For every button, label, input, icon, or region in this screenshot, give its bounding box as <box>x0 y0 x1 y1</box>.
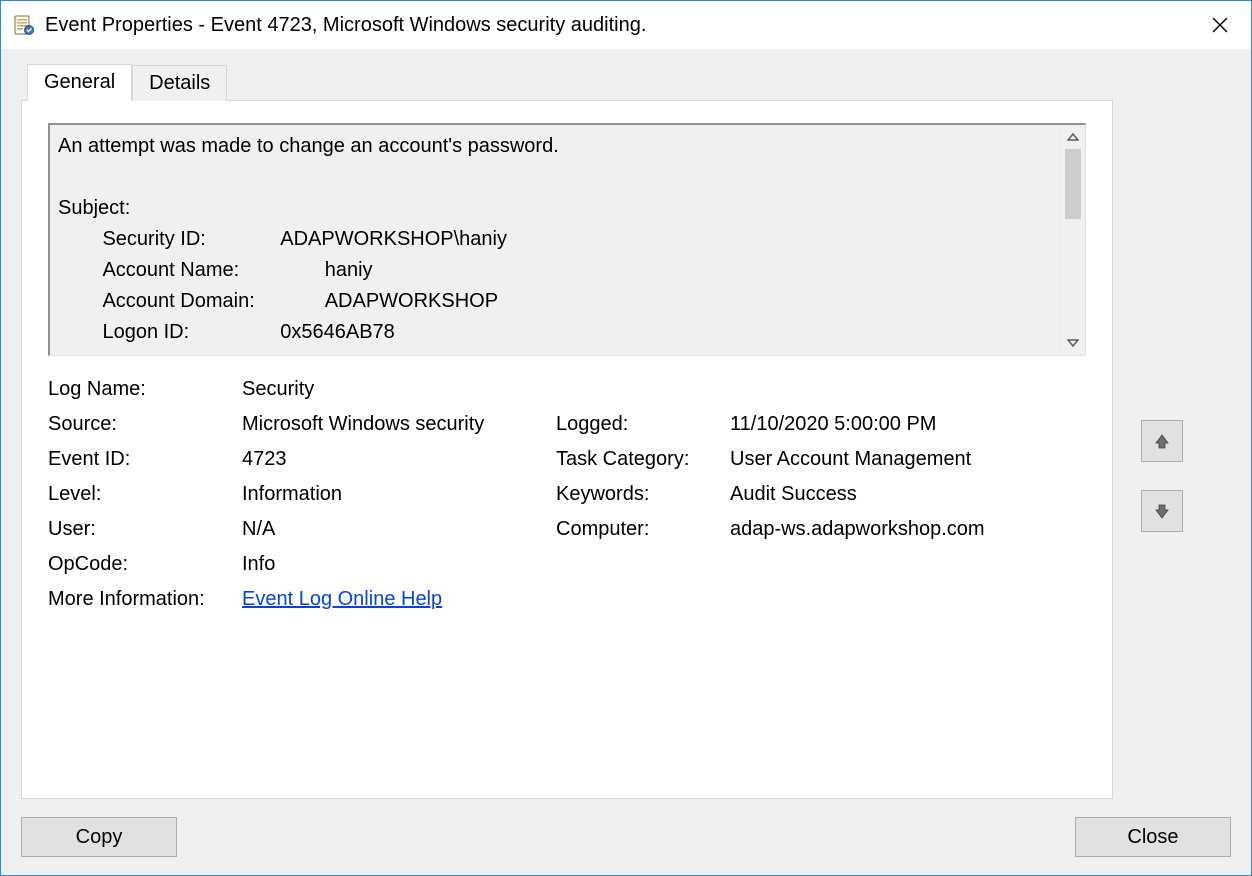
log-name-label: Log Name: <box>48 378 238 401</box>
more-info-label: More Information: <box>48 588 238 611</box>
copy-button[interactable]: Copy <box>21 817 177 857</box>
user-label: User: <box>48 518 238 541</box>
window-title: Event Properties - Event 4723, Microsoft… <box>45 14 1197 37</box>
tabs: General Details <box>27 63 1231 100</box>
event-viewer-icon <box>13 14 35 36</box>
close-icon <box>1212 17 1228 33</box>
log-name-value: Security <box>242 378 1086 401</box>
tab-panel-general: An attempt was made to change an account… <box>21 100 1113 799</box>
task-category-value: User Account Management <box>730 448 1086 471</box>
task-category-label: Task Category: <box>556 448 726 471</box>
event-description-text[interactable]: An attempt was made to change an account… <box>50 125 1060 355</box>
event-id-value: 4723 <box>242 448 552 471</box>
logged-label: Logged: <box>556 413 726 436</box>
opcode-value: Info <box>242 553 1086 576</box>
scroll-down-icon[interactable] <box>1061 331 1085 355</box>
event-log-help-link[interactable]: Event Log Online Help <box>242 588 442 610</box>
user-value: N/A <box>242 518 552 541</box>
event-id-label: Event ID: <box>48 448 238 471</box>
source-value: Microsoft Windows security <box>242 413 552 436</box>
keywords-value: Audit Success <box>730 483 1086 506</box>
keywords-label: Keywords: <box>556 483 726 506</box>
event-description-box: An attempt was made to change an account… <box>48 123 1086 356</box>
tab-details[interactable]: Details <box>132 65 227 101</box>
tab-general[interactable]: General <box>27 64 132 101</box>
nav-buttons <box>1141 420 1183 532</box>
source-label: Source: <box>48 413 238 436</box>
level-label: Level: <box>48 483 238 506</box>
window-close-button[interactable] <box>1197 9 1243 41</box>
level-value: Information <box>242 483 552 506</box>
logged-value: 11/10/2020 5:00:00 PM <box>730 413 1086 436</box>
dialog-footer: Copy Close <box>21 799 1231 857</box>
opcode-label: OpCode: <box>48 553 238 576</box>
event-details-grid: Log Name: Security Source: Microsoft Win… <box>48 378 1086 611</box>
prev-event-button[interactable] <box>1141 420 1183 462</box>
description-scrollbar[interactable] <box>1060 125 1085 355</box>
scroll-up-icon[interactable] <box>1061 125 1085 149</box>
computer-value: adap-ws.adapworkshop.com <box>730 518 1086 541</box>
arrow-up-icon <box>1153 432 1171 450</box>
close-button[interactable]: Close <box>1075 817 1231 857</box>
next-event-button[interactable] <box>1141 490 1183 532</box>
event-properties-window: Event Properties - Event 4723, Microsoft… <box>0 0 1252 876</box>
titlebar: Event Properties - Event 4723, Microsoft… <box>1 1 1251 49</box>
computer-label: Computer: <box>556 518 726 541</box>
scroll-thumb[interactable] <box>1065 149 1081 219</box>
client-area: General Details An attempt was made to c… <box>1 49 1251 875</box>
arrow-down-icon <box>1153 502 1171 520</box>
